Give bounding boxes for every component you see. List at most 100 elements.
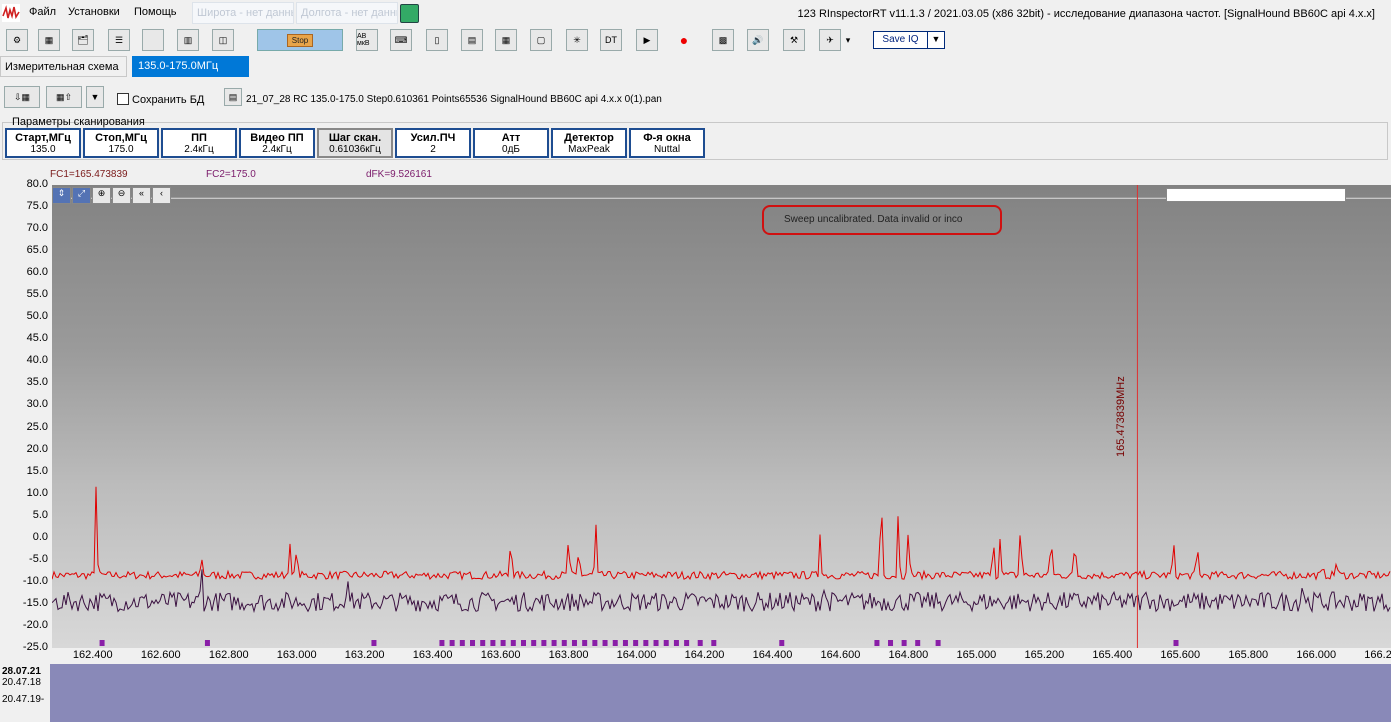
dfk-label: dFK=9.526161: [366, 169, 432, 180]
menu-settings[interactable]: Установки: [68, 6, 120, 18]
secondary-toolbar: ⇩▦ ▦⇧ ▼ ▤: [0, 86, 1391, 112]
y-tick-label: 0.0: [32, 530, 48, 543]
param-button[interactable]: Стоп,МГц 175.0: [83, 128, 159, 158]
x-tick-label: 162.400: [72, 649, 113, 661]
occupancy-mark: [901, 640, 907, 646]
param-button[interactable]: Усил.ПЧ 2: [395, 128, 471, 158]
param-button[interactable]: Ф-я окна Nuttal: [629, 128, 705, 158]
y-tick-label: 30.0: [26, 398, 48, 411]
occupancy-mark: [470, 640, 476, 646]
spectrum-svg: [51, 185, 1391, 648]
spectrum-chart: 80.0 75.0 70.0 65.0 60.0 55.0 50.0 45.0 40.0 35.0…: [2, 167, 1391, 664]
longitude-field[interactable]: Долгота - нет данных: [296, 2, 398, 24]
menu-bar: Файл Установки Помощь Широта - нет данны…: [0, 0, 1391, 26]
y-tick-label: -10.0: [22, 574, 48, 587]
antenna-icon[interactable]: ✳: [566, 29, 588, 51]
rewind-icon[interactable]: «: [132, 187, 151, 204]
param-name: Видео ПП: [250, 132, 304, 144]
x-tick-label: 163.200: [344, 649, 385, 661]
param-value: 135.0: [30, 144, 56, 155]
chart-info-box: [1166, 188, 1346, 202]
tools-icon[interactable]: ⚒: [783, 29, 805, 51]
x-tick-label: 164.800: [888, 649, 929, 661]
back-icon[interactable]: ‹: [152, 187, 171, 204]
y-tick-label: 45.0: [26, 332, 48, 345]
app-logo-icon: [2, 4, 20, 22]
x-tick-label: 164.600: [820, 649, 861, 661]
param-button[interactable]: ПП 2.4кГц: [161, 128, 237, 158]
y-tick-label: 15.0: [26, 464, 48, 477]
settings-gear-icon[interactable]: ⚙: [6, 29, 28, 51]
param-button[interactable]: Шаг скан. 0.61036кГц: [317, 128, 393, 158]
play-icon[interactable]: ▶: [636, 29, 658, 51]
chevron-down-icon[interactable]: ▾: [842, 29, 854, 51]
param-button[interactable]: Атт 0дБ: [473, 128, 549, 158]
plot-area[interactable]: [51, 185, 1391, 648]
occupancy-mark: [633, 640, 639, 646]
y-tick-label: 65.0: [26, 244, 48, 257]
spectrum-icon[interactable]: [142, 29, 164, 51]
occupancy-mark: [779, 640, 785, 646]
param-button[interactable]: Детектор MaxPeak: [551, 128, 627, 158]
param-value: 0.61036кГц: [329, 144, 381, 155]
zoom-out-icon[interactable]: ⊖: [112, 187, 131, 204]
chevron-down-icon[interactable]: ▼: [86, 86, 104, 108]
save-db-checkbox[interactable]: [117, 93, 129, 105]
scope-icon[interactable]: ◫: [212, 29, 234, 51]
occupancy-mark: [571, 640, 577, 646]
param-button[interactable]: Старт,МГц 135.0: [5, 128, 81, 158]
file-icon[interactable]: ▤: [224, 88, 242, 106]
speaker-icon[interactable]: 🔊: [747, 29, 769, 51]
waterfall-time-2: 20.47.19-: [2, 694, 45, 705]
waterfall-panel: 28.07.21 20.47.18 20.47.19-: [0, 664, 1391, 722]
map-icon[interactable]: [400, 4, 419, 23]
menu-help[interactable]: Помощь: [134, 6, 177, 18]
stop-button[interactable]: Stop: [257, 29, 343, 51]
occupancy-mark: [612, 640, 618, 646]
columns-icon[interactable]: ▯: [426, 29, 448, 51]
tab-measurement-scheme[interactable]: Измерительная схема: [0, 56, 127, 77]
occupancy-mark: [459, 640, 465, 646]
param-value: 2.4кГц: [184, 144, 214, 155]
waterfall-icon[interactable]: ▩: [712, 29, 734, 51]
bars-icon[interactable]: ▥: [177, 29, 199, 51]
list-icon[interactable]: ☰: [108, 29, 130, 51]
param-value: 2: [430, 144, 436, 155]
download-db-icon[interactable]: ⇩▦: [4, 86, 40, 108]
save-iq-label: Save IQ: [874, 32, 928, 48]
keyboard-icon[interactable]: ⌨: [390, 29, 412, 51]
latitude-field[interactable]: Широта - нет данных: [192, 2, 294, 24]
param-button[interactable]: Видео ПП 2.4кГц: [239, 128, 315, 158]
menu-file[interactable]: Файл: [29, 6, 56, 18]
x-tick-label: 163.400: [412, 649, 453, 661]
ab-mkv-button[interactable]: AB мкВ: [356, 29, 378, 51]
y-tick-label: 75.0: [26, 200, 48, 213]
param-name: Стоп,МГц: [95, 132, 147, 144]
open-folder-icon[interactable]: 🗂: [72, 29, 94, 51]
fit-vertical-icon[interactable]: ⇕: [52, 187, 71, 204]
occupancy-mark: [663, 640, 669, 646]
occupancy-mark: [561, 640, 567, 646]
record-icon[interactable]: ●: [673, 29, 695, 51]
stack-icon[interactable]: ▤: [461, 29, 483, 51]
waterfall-area[interactable]: [50, 664, 1391, 722]
x-tick-label: 165.800: [1228, 649, 1269, 661]
waterfall-time-1: 20.47.18: [2, 677, 41, 688]
tab-frequency-range[interactable]: 135.0-175.0МГц: [132, 56, 249, 77]
disabled-icon[interactable]: ▢: [530, 29, 552, 51]
y-tick-label: -15.0: [22, 596, 48, 609]
table-icon[interactable]: ▦: [495, 29, 517, 51]
dt-button[interactable]: DT: [600, 29, 622, 51]
y-tick-label: 35.0: [26, 376, 48, 389]
param-value: 0дБ: [502, 144, 520, 155]
satellite-icon[interactable]: ✈: [819, 29, 841, 51]
zoom-in-icon[interactable]: ⊕: [92, 187, 111, 204]
scale-icon[interactable]: ⤢: [72, 187, 91, 204]
occupancy-mark: [643, 640, 649, 646]
save-iq-dropdown[interactable]: Save IQ ▼: [873, 31, 945, 49]
param-name: Ф-я окна: [643, 132, 691, 144]
upload-db-icon[interactable]: ▦⇧: [46, 86, 82, 108]
param-name: Старт,МГц: [15, 132, 71, 144]
modules-icon[interactable]: ▦: [38, 29, 60, 51]
chevron-down-icon[interactable]: ▼: [928, 32, 944, 48]
